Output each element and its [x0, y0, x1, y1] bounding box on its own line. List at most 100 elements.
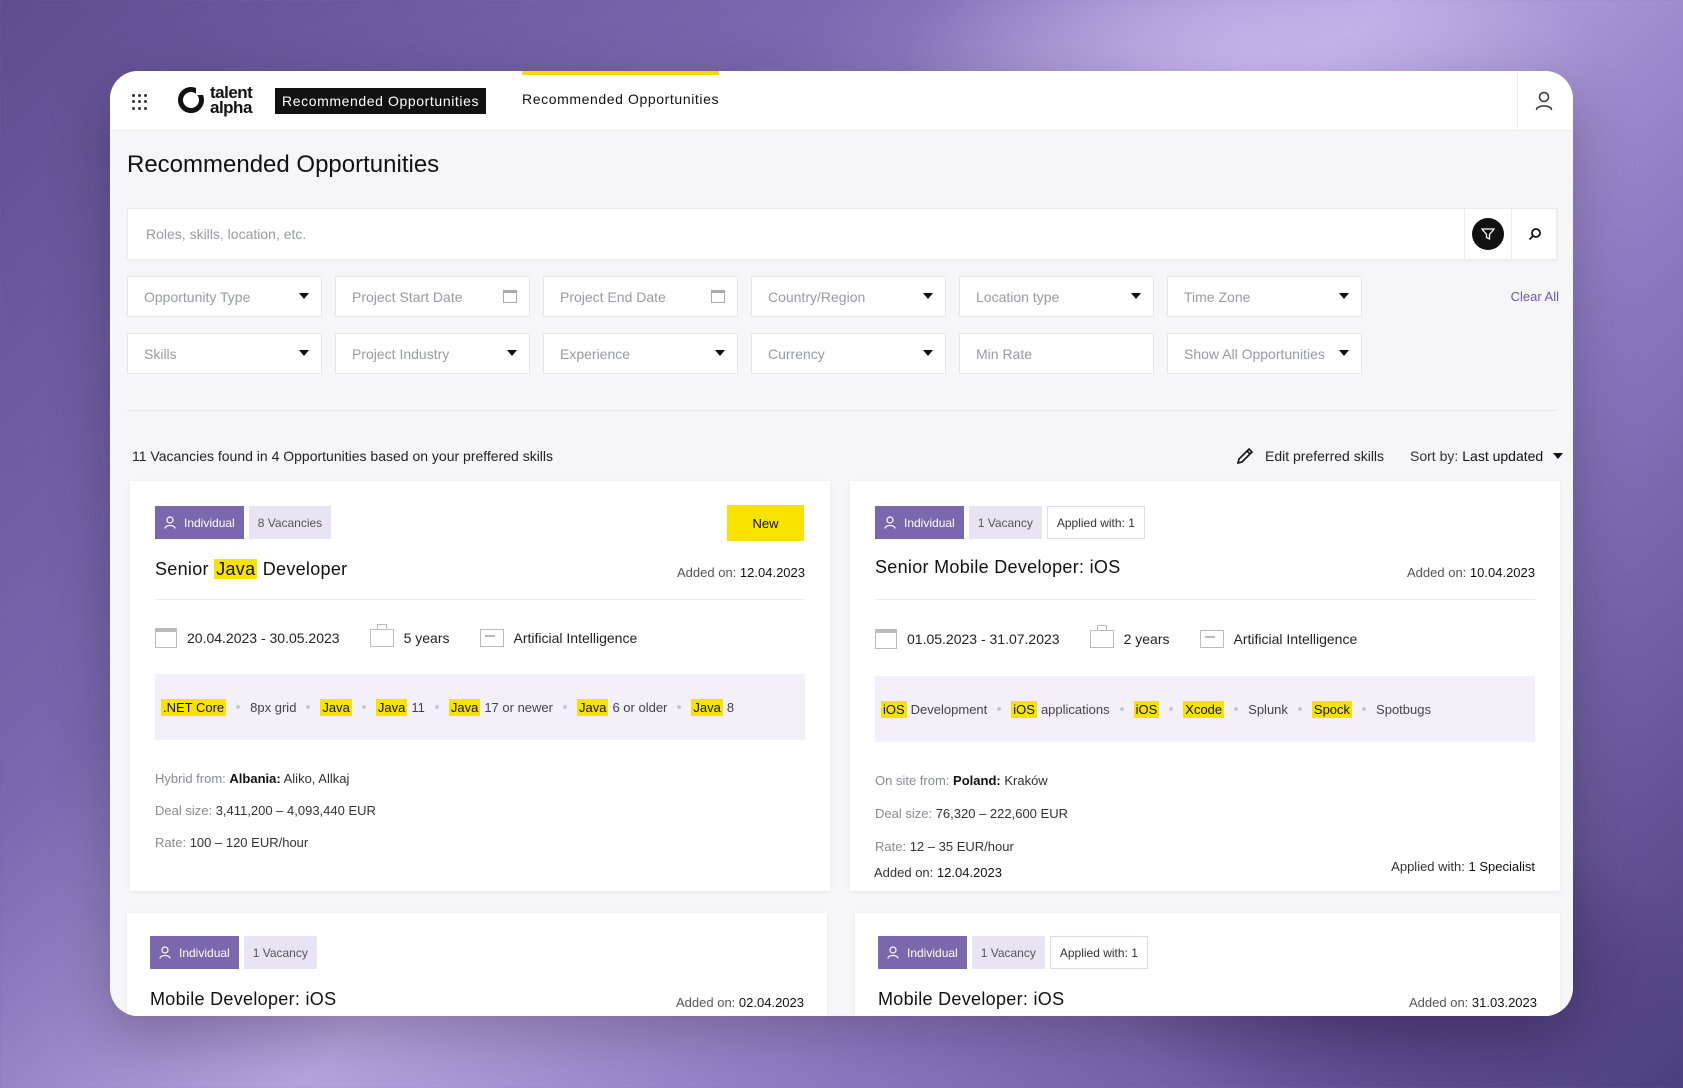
- individual-tag: Individual: [150, 936, 239, 969]
- caret-down-icon: [507, 350, 517, 356]
- apps-grid-icon[interactable]: [132, 94, 148, 110]
- card-title[interactable]: Mobile Developer: iOS: [150, 989, 336, 1010]
- individual-tag: Individual: [878, 936, 967, 969]
- new-badge: New: [727, 505, 804, 541]
- clear-all-link[interactable]: Clear All: [1511, 289, 1559, 304]
- added-on: Added on: 12.04.2023: [677, 565, 805, 580]
- opportunity-card[interactable]: Individual 8 Vacancies New Senior Java D…: [130, 481, 830, 891]
- project-industry-select[interactable]: Project Industry: [335, 333, 530, 374]
- person-icon: [884, 516, 896, 529]
- experience-select[interactable]: Experience: [543, 333, 738, 374]
- opportunity-card[interactable]: Individual 1 Vacancy Mobile Developer: i…: [127, 913, 827, 1016]
- filter-row-1: Opportunity Type Project Start Date Proj…: [127, 276, 1362, 317]
- card-title[interactable]: Senior Java Developer: [155, 559, 347, 580]
- caret-down-icon: [923, 350, 933, 356]
- top-bar: talent alpha Recommended Opportunities R…: [110, 71, 1573, 131]
- caret-down-icon: [1553, 453, 1564, 459]
- skills-list: iOS Development iOS applications iOS Xcode…: [875, 676, 1535, 742]
- skill-chip: Splunk: [1248, 701, 1288, 717]
- time-zone-select[interactable]: Time Zone: [1167, 276, 1362, 317]
- deal-size: Deal size: 76,320 – 222,600 EUR: [875, 806, 1068, 821]
- search-icon: [1528, 228, 1541, 241]
- industry-icon: [479, 629, 504, 647]
- logo-ring-icon: [178, 86, 205, 113]
- opportunity-card[interactable]: Individual 1 Vacancy Applied with: 1 Sen…: [850, 481, 1560, 891]
- search-input[interactable]: [128, 209, 1463, 259]
- briefcase-icon: [369, 624, 394, 647]
- skill-chip: Spock: [1311, 700, 1353, 718]
- experience-years: 5 years: [403, 630, 450, 646]
- page-title: Recommended Opportunities: [127, 151, 440, 178]
- caret-down-icon: [299, 350, 309, 356]
- project-dates: 20.04.2023 - 30.05.2023: [187, 630, 340, 646]
- user-profile-icon[interactable]: [1535, 91, 1553, 111]
- rate: Rate: 12 – 35 EUR/hour: [875, 839, 1014, 854]
- added-on: Added on: 02.04.2023: [676, 995, 804, 1010]
- edit-preferred-skills-button[interactable]: Edit preferred skills: [1235, 446, 1384, 466]
- applied-with-specialist: Applied with: 1 Specialist: [1391, 859, 1535, 874]
- skill-chip: Java 17 or newer: [448, 698, 553, 716]
- individual-tag: Individual: [155, 506, 244, 539]
- sort-by-dropdown[interactable]: Sort by: Last updated: [1410, 448, 1564, 464]
- individual-tag: Individual: [875, 506, 964, 539]
- vacancies-tag: 1 Vacancy: [243, 936, 317, 969]
- caret-down-icon: [1339, 350, 1349, 356]
- person-icon: [164, 516, 176, 529]
- search-button[interactable]: [1511, 209, 1557, 259]
- rate: Rate: 100 – 120 EUR/hour: [155, 835, 309, 850]
- skills-select[interactable]: Skills: [127, 333, 322, 374]
- caret-down-icon: [299, 293, 309, 299]
- funnel-icon: [1481, 228, 1495, 241]
- added-on-secondary: Added on: 12.04.2023: [874, 865, 1002, 880]
- skills-list: .NET Core 8px grid Java Java 11 Java 17 or…: [155, 674, 805, 740]
- skill-chip: Spotbugs: [1376, 701, 1431, 717]
- app-title-badge: Recommended Opportunities: [275, 88, 487, 114]
- tab-recommended-opportunities[interactable]: Recommended Opportunities: [522, 71, 720, 131]
- opportunity-card[interactable]: Individual 1 Vacancy Applied with: 1 Mob…: [855, 913, 1560, 1016]
- search-bar: [127, 208, 1557, 260]
- added-on: Added on: 31.03.2023: [1409, 995, 1537, 1010]
- location-info: On site from: Poland: Kraków: [875, 773, 1048, 788]
- talent-alpha-logo[interactable]: talent alpha: [178, 84, 253, 117]
- industry: Artificial Intelligence: [513, 630, 638, 646]
- caret-down-icon: [715, 350, 725, 356]
- logo-line2: alpha: [210, 98, 252, 117]
- vacancies-tag: 8 Vacancies: [248, 506, 332, 539]
- briefcase-icon: [1089, 625, 1114, 648]
- card-title[interactable]: Senior Mobile Developer: iOS: [875, 557, 1121, 578]
- vacancies-tag: 1 Vacancy: [971, 936, 1045, 969]
- skill-chip: iOS: [1133, 700, 1160, 718]
- vacancies-tag: 1 Vacancy: [968, 506, 1042, 539]
- person-icon: [887, 946, 899, 959]
- project-end-date-field[interactable]: Project End Date: [543, 276, 738, 317]
- card-title[interactable]: Mobile Developer: iOS: [878, 989, 1064, 1010]
- project-start-date-field[interactable]: Project Start Date: [335, 276, 530, 317]
- skill-chip: .NET Core: [161, 698, 227, 716]
- calendar-icon: [155, 628, 177, 648]
- deal-size: Deal size: 3,411,200 – 4,093,440 EUR: [155, 803, 376, 818]
- currency-select[interactable]: Currency: [751, 333, 946, 374]
- skill-chip: Xcode: [1183, 700, 1225, 718]
- caret-down-icon: [1131, 293, 1141, 299]
- caret-down-icon: [923, 293, 933, 299]
- location-info: Hybrid from: Albania: Aliko, Allkaj: [155, 771, 350, 786]
- filter-button[interactable]: [1464, 209, 1511, 259]
- skill-chip: Java: [320, 698, 352, 716]
- calendar-icon: [875, 629, 897, 649]
- calendar-icon: [711, 290, 725, 303]
- person-icon: [159, 946, 171, 959]
- applied-tag: Applied with: 1: [1046, 506, 1145, 539]
- industry-icon: [1199, 630, 1224, 648]
- location-type-select[interactable]: Location type: [959, 276, 1154, 317]
- skill-chip: Java 6 or older: [576, 698, 668, 716]
- country-region-select[interactable]: Country/Region: [751, 276, 946, 317]
- opportunity-type-select[interactable]: Opportunity Type: [127, 276, 322, 317]
- show-all-opportunities-select[interactable]: Show All Opportunities: [1167, 333, 1362, 374]
- filter-row-2: Skills Project Industry Experience Curre…: [127, 333, 1362, 374]
- skill-chip: iOS Development: [881, 700, 988, 718]
- industry: Artificial Intelligence: [1233, 631, 1358, 647]
- skill-chip: iOS applications: [1011, 700, 1110, 718]
- skill-chip: Java 11: [375, 698, 425, 716]
- calendar-icon: [503, 290, 517, 303]
- min-rate-input[interactable]: Min Rate: [959, 333, 1154, 374]
